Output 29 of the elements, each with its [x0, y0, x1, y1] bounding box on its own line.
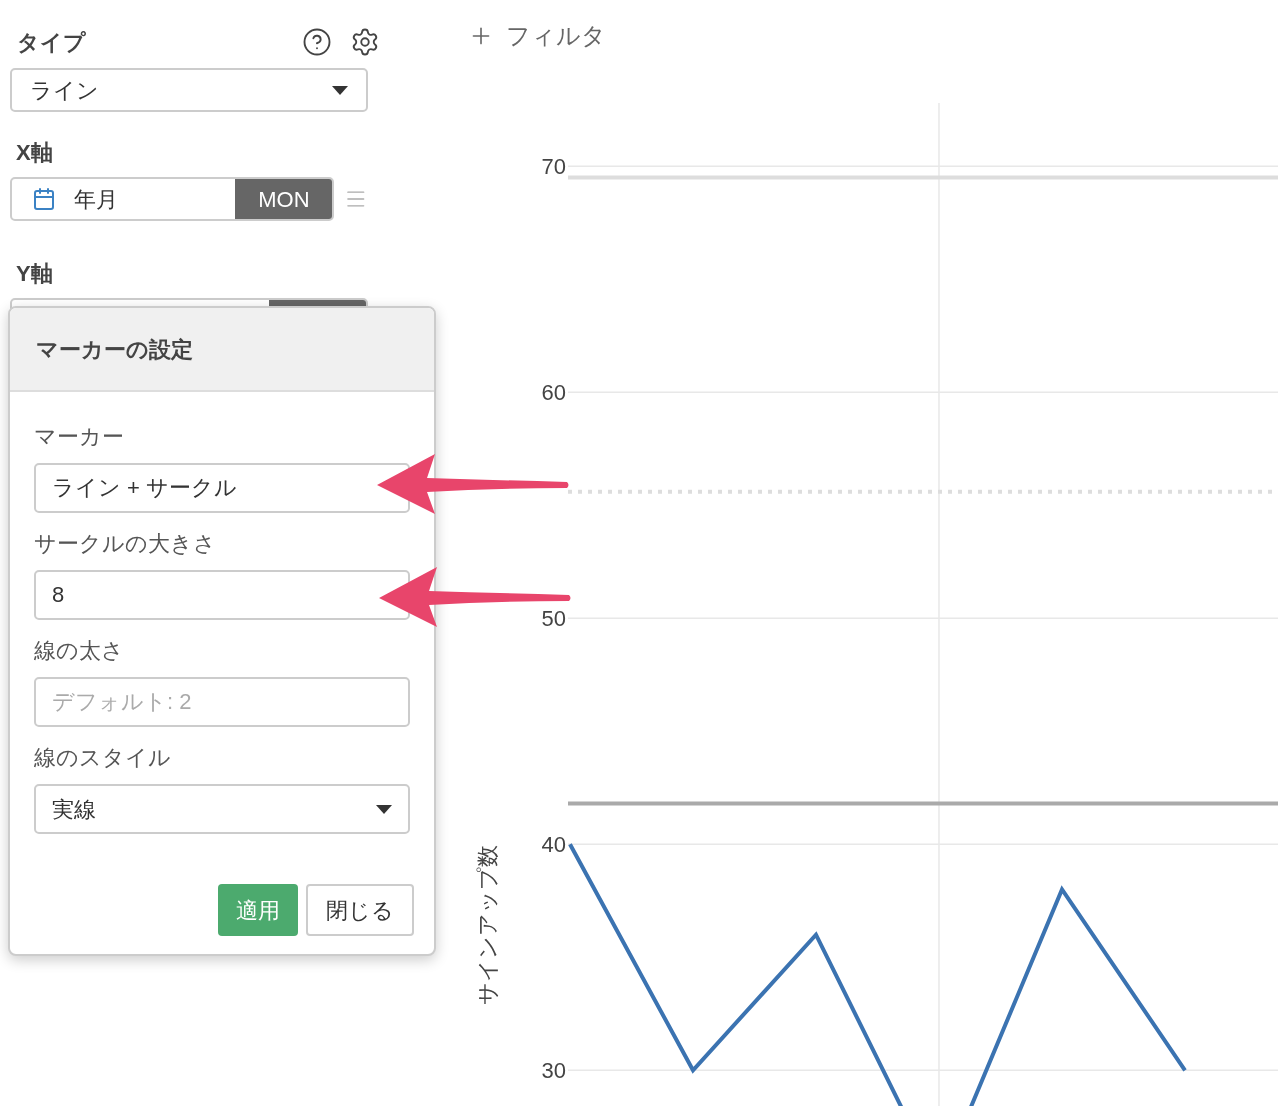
y-tick-label: 60 [541, 380, 566, 406]
type-select[interactable]: ライン [10, 68, 368, 112]
y-axis-label: Y軸 [15, 260, 54, 288]
settings-icon[interactable] [350, 27, 380, 57]
caret-icon [332, 85, 348, 95]
dialog-title: マーカーの設定 [36, 335, 193, 364]
input-field[interactable]: デフォルト: 2 [34, 677, 410, 727]
y-tick-label: 50 [541, 606, 566, 632]
field-label: サークルの大きさ [34, 530, 217, 558]
input-field[interactable]: ライン + サークル [34, 463, 410, 513]
field-label: マーカー [34, 423, 125, 451]
field-label: 線の太さ [34, 637, 125, 665]
input-field[interactable]: 8 [34, 570, 410, 620]
add-filter-button[interactable]: フィルタ [468, 18, 606, 54]
x-axis-value: 年月 [74, 185, 118, 214]
dialog-button[interactable]: 閉じる [306, 884, 414, 936]
x-axis-label: X軸 [15, 139, 54, 167]
help-icon[interactable] [302, 27, 332, 57]
y-axis-title: サインアップ数 [475, 845, 500, 1005]
unit-badge[interactable]: MON [235, 179, 333, 219]
y-tick-label: 70 [541, 154, 566, 180]
type-label: タイプ [17, 28, 86, 57]
x-axis-field[interactable]: 年月 MON [10, 177, 335, 221]
y-tick-label: 40 [541, 832, 566, 858]
calendar-icon [32, 187, 56, 211]
caret-icon [376, 804, 392, 814]
select-field[interactable]: 実線 [34, 784, 410, 834]
field-label: 線のスタイル [34, 744, 172, 772]
y-tick-label: 30 [541, 1058, 566, 1084]
